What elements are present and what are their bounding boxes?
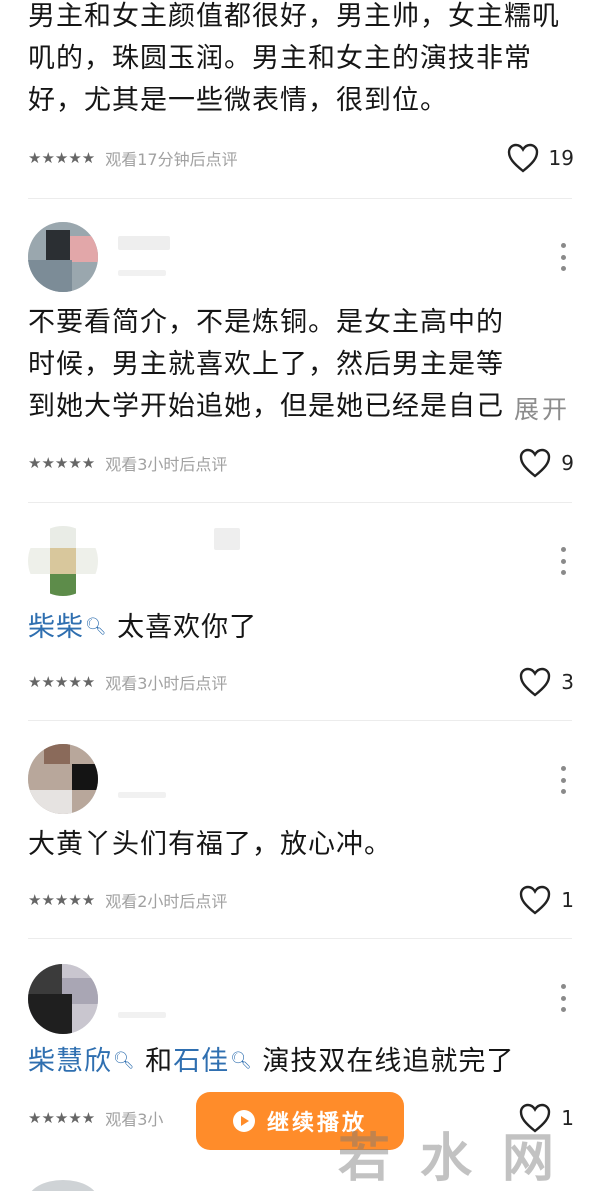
watch-time: 观看3小时后点评 [105, 455, 228, 474]
heart-outline-icon [507, 143, 538, 173]
divider [28, 198, 572, 199]
avatar[interactable] [28, 526, 98, 596]
comment-meta: ★★★★★ 观看3小时后点评 [28, 451, 227, 475]
rating-stars: ★★★★★ [28, 1109, 96, 1127]
more-menu-button[interactable] [560, 547, 566, 575]
more-menu-button[interactable] [560, 984, 566, 1012]
like-button[interactable]: 1 [519, 885, 574, 915]
like-button[interactable]: 19 [507, 143, 574, 173]
comment-text: 男主和女主颜值都很好，男主帅，女主糯叽叽的，珠圆玉润。男主和女主的演技非常好，尤… [28, 1, 560, 116]
heart-outline-icon [520, 667, 551, 697]
like-button[interactable]: 9 [519, 448, 574, 478]
like-count: 9 [561, 451, 574, 475]
comment-text: 柴慧欣🔍︎ 和石佳🔍︎ 演技双在线追就完了 [28, 1040, 570, 1083]
comment-text: 不要看简介，不是炼铜。是女主高中的时候，男主就喜欢上了，然后男主是等到她大学开始… [28, 307, 504, 422]
comment-body: 和 [135, 1046, 174, 1077]
mention-link[interactable]: 柴柴🔍︎ [28, 612, 108, 643]
like-count: 19 [548, 146, 574, 170]
divider [28, 938, 572, 939]
comment-text: 柴柴🔍︎ 太喜欢你了 [28, 606, 570, 649]
comment-body: 演技双在线追就完了 [252, 1046, 515, 1077]
rating-stars: ★★★★★ [28, 454, 96, 472]
more-menu-button[interactable] [560, 766, 566, 794]
mention-link[interactable]: 柴慧欣🔍︎ [28, 1046, 136, 1077]
watermark: 若水网 [337, 1128, 584, 1189]
avatar[interactable] [28, 222, 98, 292]
comment-meta: ★★★★★ 观看3小 [28, 1106, 163, 1130]
user-meta [118, 1012, 166, 1018]
watch-time: 观看3小 [105, 1110, 164, 1129]
user-meta [118, 792, 166, 798]
username[interactable] [118, 236, 170, 250]
search-icon: 🔍︎ [113, 1051, 136, 1071]
comment-meta: ★★★★★ 观看2小时后点评 [28, 888, 227, 912]
mention-link[interactable]: 石佳🔍︎ [173, 1046, 253, 1077]
divider [28, 502, 572, 503]
search-icon: 🔍︎ [85, 617, 108, 637]
heart-outline-icon [520, 885, 551, 915]
user-meta [118, 270, 166, 276]
comment-body: 太喜欢你了 [107, 612, 258, 643]
heart-outline-icon [520, 448, 551, 478]
comment-meta: ★★★★★ 观看3小时后点评 [28, 670, 227, 694]
like-count: 1 [561, 888, 574, 912]
avatar[interactable] [28, 744, 98, 814]
watch-time: 观看2小时后点评 [105, 892, 228, 911]
play-circle-icon [232, 1110, 255, 1132]
comment-meta: ★★★★★ 观看17分钟后点评 [28, 146, 238, 170]
rating-stars: ★★★★★ [28, 149, 96, 167]
expand-link[interactable]: 展开 [514, 390, 570, 426]
rating-stars: ★★★★★ [28, 673, 96, 691]
username[interactable] [214, 528, 240, 550]
watch-time: 观看17分钟后点评 [105, 150, 238, 169]
rating-stars: ★★★★★ [28, 891, 96, 909]
search-icon: 🔍︎ [230, 1051, 253, 1071]
avatar[interactable] [28, 964, 98, 1034]
avatar[interactable] [28, 1180, 98, 1191]
more-menu-button[interactable] [560, 243, 566, 271]
divider [28, 720, 572, 721]
comment-text: 大黄丫头们有福了，放心冲。 [28, 829, 392, 860]
like-count: 3 [561, 670, 574, 694]
like-button[interactable]: 3 [519, 667, 574, 697]
watch-time: 观看3小时后点评 [105, 674, 228, 693]
